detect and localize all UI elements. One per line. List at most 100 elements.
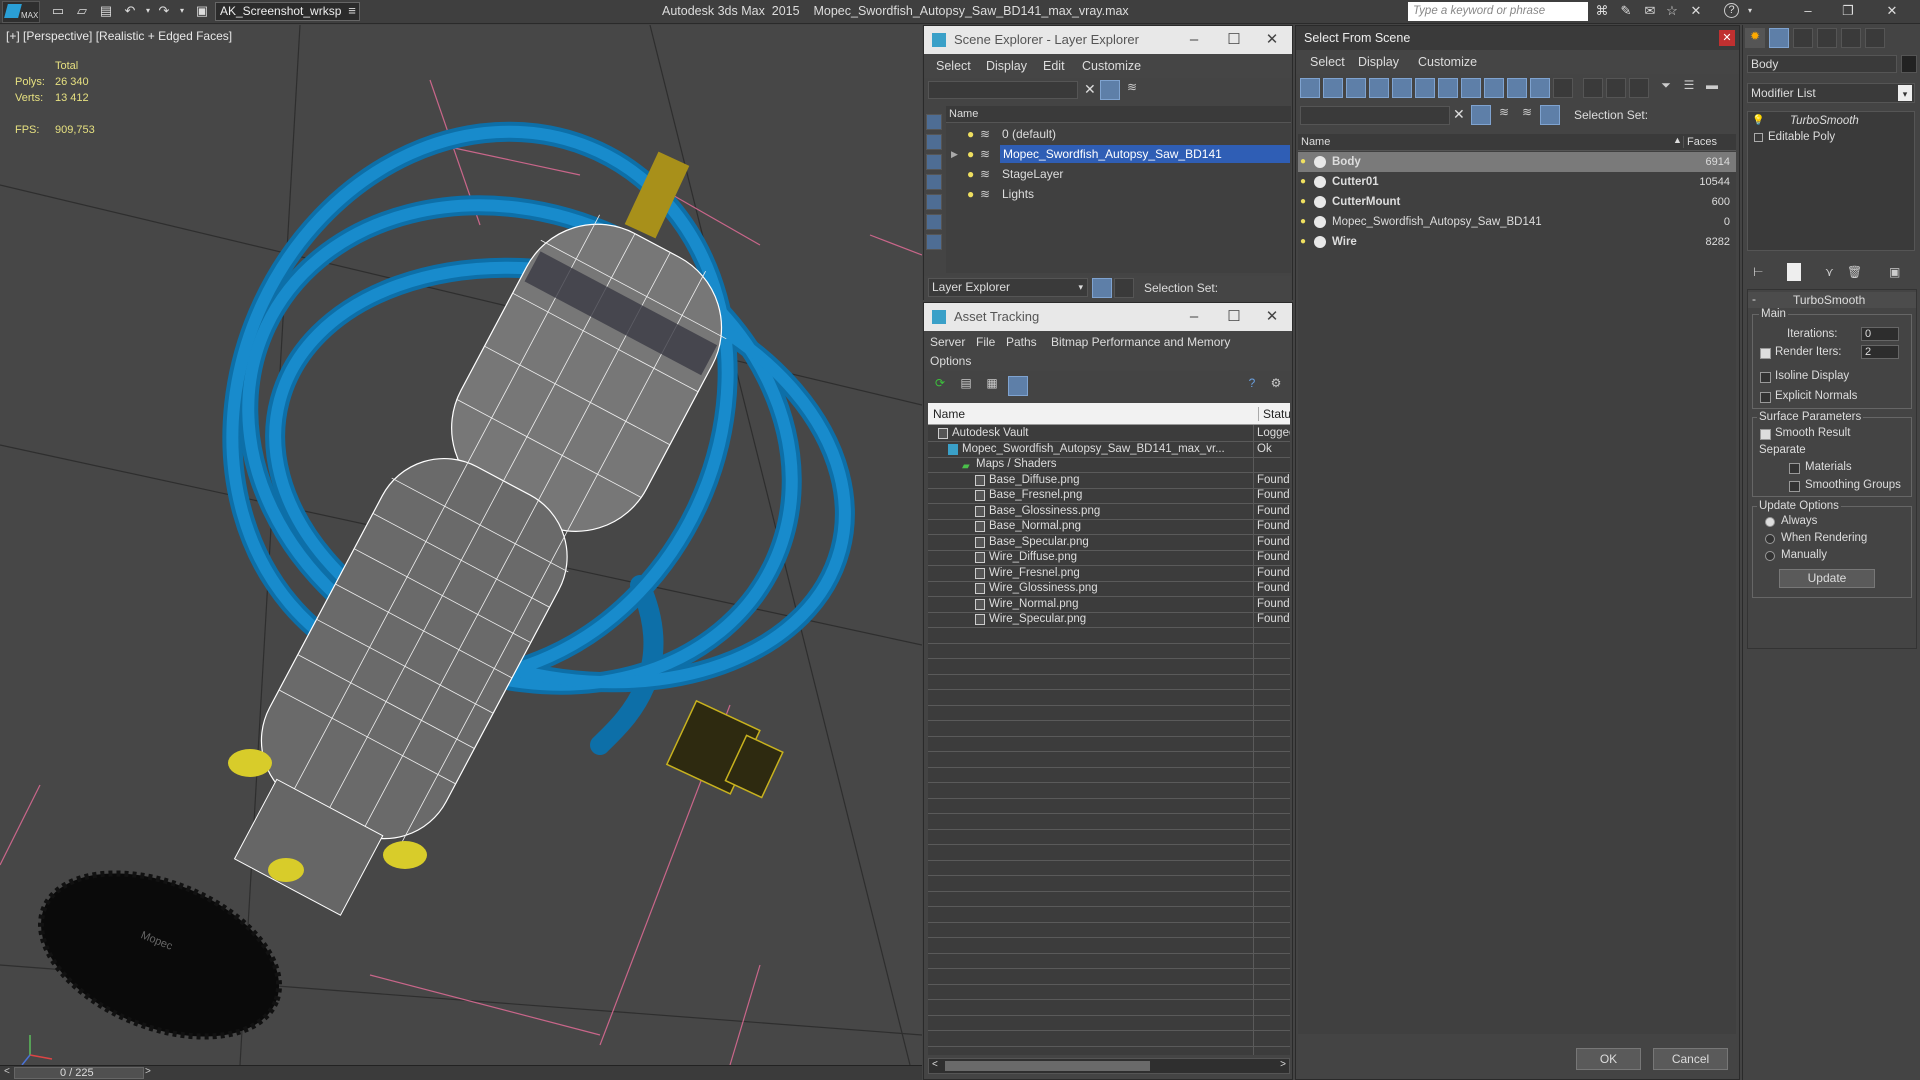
favorites-icon[interactable]: ☆ <box>1664 3 1680 19</box>
undo-dropdown-icon[interactable]: ▾ <box>140 3 156 19</box>
ok-button[interactable]: OK <box>1576 1048 1641 1070</box>
se-display-cameras-icon[interactable] <box>926 194 942 210</box>
se-layers-mode-icon[interactable] <box>1092 278 1112 298</box>
when-rendering-radio[interactable] <box>1765 534 1775 544</box>
time-prev-icon[interactable]: < <box>4 1066 10 1077</box>
undo-icon[interactable]: ↶ <box>122 3 138 19</box>
se-search-field[interactable] <box>928 81 1078 99</box>
display-tab-icon[interactable] <box>1841 28 1861 48</box>
layer-row-lights[interactable]: ● ≋ Lights <box>946 184 1291 204</box>
modifier-list-dropdown[interactable]: Modifier List ▾ <box>1747 83 1915 103</box>
at-hscrollbar[interactable]: < > <box>928 1058 1290 1074</box>
filter-shapes-icon[interactable] <box>1323 78 1343 98</box>
object-row[interactable]: ● CutterMount 600 <box>1298 192 1736 212</box>
viewport-label[interactable]: [+] [Perspective] [Realistic + Edged Fac… <box>6 29 232 43</box>
col-status-header[interactable]: Status <box>1258 407 1290 421</box>
asset-tracking-minimize-icon[interactable]: – <box>1174 303 1214 331</box>
asset-tracking-titlebar[interactable]: Asset Tracking – ☐ ✕ <box>924 303 1292 331</box>
filter-xrefs-icon[interactable] <box>1461 78 1481 98</box>
lightbulb-icon[interactable]: 💡 <box>1752 115 1764 126</box>
asset-tracking-maximize-icon[interactable]: ☐ <box>1214 303 1254 331</box>
asset-row[interactable]: Wire_Fresnel.png Found <box>928 566 1290 582</box>
col-name-header[interactable]: Name <box>933 407 965 421</box>
filter-bones-icon[interactable] <box>1484 78 1504 98</box>
tools-icon[interactable]: ✎ <box>1618 3 1634 19</box>
restore-icon[interactable]: ❐ <box>1840 3 1856 19</box>
minimize-icon[interactable]: – <box>1800 3 1816 19</box>
asset-row[interactable]: Base_Diffuse.png Found <box>928 473 1290 489</box>
asset-row[interactable]: Base_Normal.png Found <box>928 519 1290 535</box>
filter-helpers-icon[interactable] <box>1392 78 1412 98</box>
table-view-icon[interactable] <box>1008 376 1028 396</box>
scene-explorer-close-icon[interactable]: ✕ <box>1252 26 1292 54</box>
filter-containers-icon[interactable] <box>1507 78 1527 98</box>
utilities-tab-icon[interactable] <box>1865 28 1885 48</box>
iterations-spinner[interactable]: 0 <box>1861 327 1899 341</box>
sfs-hierarchy-mode-icon[interactable] <box>1540 105 1560 125</box>
refresh-icon[interactable]: ⟳ <box>930 376 950 396</box>
asset-row[interactable]: Mopec_Swordfish_Autopsy_Saw_BD141_max_vr… <box>928 442 1290 458</box>
time-slider[interactable]: < 0 / 225 > <box>0 1065 922 1080</box>
se-menu-select[interactable]: Select <box>936 59 971 73</box>
sort-ascending-icon[interactable]: ▲ <box>1673 135 1682 145</box>
se-display-spacewarps-icon[interactable] <box>926 234 942 250</box>
sfs-display-children-icon[interactable]: ≋ <box>1517 105 1537 125</box>
scene-explorer-maximize-icon[interactable]: ☐ <box>1214 26 1254 54</box>
explicit-normals-checkbox[interactable] <box>1760 392 1771 403</box>
object-name-field[interactable]: Body <box>1747 55 1897 73</box>
sfs-menu-select[interactable]: Select <box>1310 55 1345 69</box>
sfs-search-field[interactable] <box>1300 106 1450 125</box>
layer-row-default[interactable]: ● ≋ 0 (default) <box>946 124 1291 144</box>
se-menu-customize[interactable]: Customize <box>1082 59 1141 73</box>
filter-lights-icon[interactable] <box>1346 78 1366 98</box>
asset-row[interactable]: Base_Specular.png Found <box>928 535 1290 551</box>
pin-stack-icon[interactable]: ⊢ <box>1753 265 1763 279</box>
exchange-icon[interactable]: ✕ <box>1688 3 1704 19</box>
se-layer-options-icon[interactable]: ≋ <box>1122 80 1142 100</box>
object-color-swatch[interactable] <box>1901 55 1917 73</box>
collapse-all-icon[interactable]: ▬ <box>1702 78 1722 98</box>
thumbnail-view-icon[interactable]: ▦ <box>982 376 1002 396</box>
at-menu-file[interactable]: File <box>976 335 995 349</box>
create-tab-icon[interactable]: ✹ <box>1745 28 1765 48</box>
layer-row-stage[interactable]: ● ≋ StageLayer <box>946 164 1291 184</box>
filter-hidden-icon[interactable] <box>1553 78 1573 98</box>
object-row[interactable]: ● Mopec_Swordfish_Autopsy_Saw_BD141 0 <box>1298 212 1736 232</box>
asset-row[interactable]: Wire_Diffuse.png Found <box>928 550 1290 566</box>
select-invert-icon[interactable] <box>1629 78 1649 98</box>
manually-radio[interactable] <box>1765 551 1775 561</box>
se-display-shapes-icon[interactable] <box>926 154 942 170</box>
se-display-helpers-icon[interactable] <box>926 214 942 230</box>
se-display-geometry-icon[interactable] <box>926 134 942 150</box>
asset-row[interactable]: Wire_Glossiness.png Found <box>928 581 1290 597</box>
motion-tab-icon[interactable] <box>1817 28 1837 48</box>
make-unique-icon[interactable]: ⋎ <box>1825 265 1834 279</box>
scroll-right-icon[interactable]: > <box>1280 1059 1286 1070</box>
lightbulb-icon[interactable]: ● <box>1300 212 1306 232</box>
lightbulb-icon[interactable]: ● <box>967 164 974 184</box>
list-view-icon[interactable]: ▤ <box>956 376 976 396</box>
asset-row[interactable]: Base_Fresnel.png Found <box>928 488 1290 504</box>
sfs-titlebar[interactable]: Select From Scene ✕ <box>1296 26 1739 50</box>
project-folder-icon[interactable]: ▣ <box>194 3 210 19</box>
render-iters-checkbox[interactable] <box>1760 348 1771 359</box>
se-display-lights-icon[interactable] <box>926 174 942 190</box>
scrollbar-thumb[interactable] <box>945 1061 1150 1071</box>
lightbulb-icon[interactable]: ● <box>1300 192 1306 212</box>
stack-item-editable-poly[interactable]: Editable Poly <box>1748 130 1914 146</box>
lightbulb-icon[interactable]: ● <box>967 144 974 164</box>
sfs-menu-display[interactable]: Display <box>1358 55 1399 69</box>
lightbulb-icon[interactable]: ● <box>1300 232 1306 252</box>
time-next-icon[interactable]: > <box>145 1066 151 1077</box>
se-hierarchy-mode-icon[interactable] <box>1114 278 1134 298</box>
filter-frozen-icon[interactable] <box>1530 78 1550 98</box>
redo-dropdown-icon[interactable]: ▾ <box>174 3 190 19</box>
object-row[interactable]: ● Cutter01 10544 <box>1298 172 1736 192</box>
expand-arrow-icon[interactable]: ▶ <box>951 144 958 164</box>
object-row[interactable]: ● Body 6914 <box>1298 152 1736 172</box>
asset-row[interactable]: Wire_Normal.png Found <box>928 597 1290 613</box>
help-icon[interactable]: ? <box>1724 3 1739 18</box>
at-settings-icon[interactable]: ⚙ <box>1266 376 1286 396</box>
close-icon[interactable]: ✕ <box>1884 3 1900 19</box>
object-row[interactable]: ● Wire 8282 <box>1298 232 1736 252</box>
